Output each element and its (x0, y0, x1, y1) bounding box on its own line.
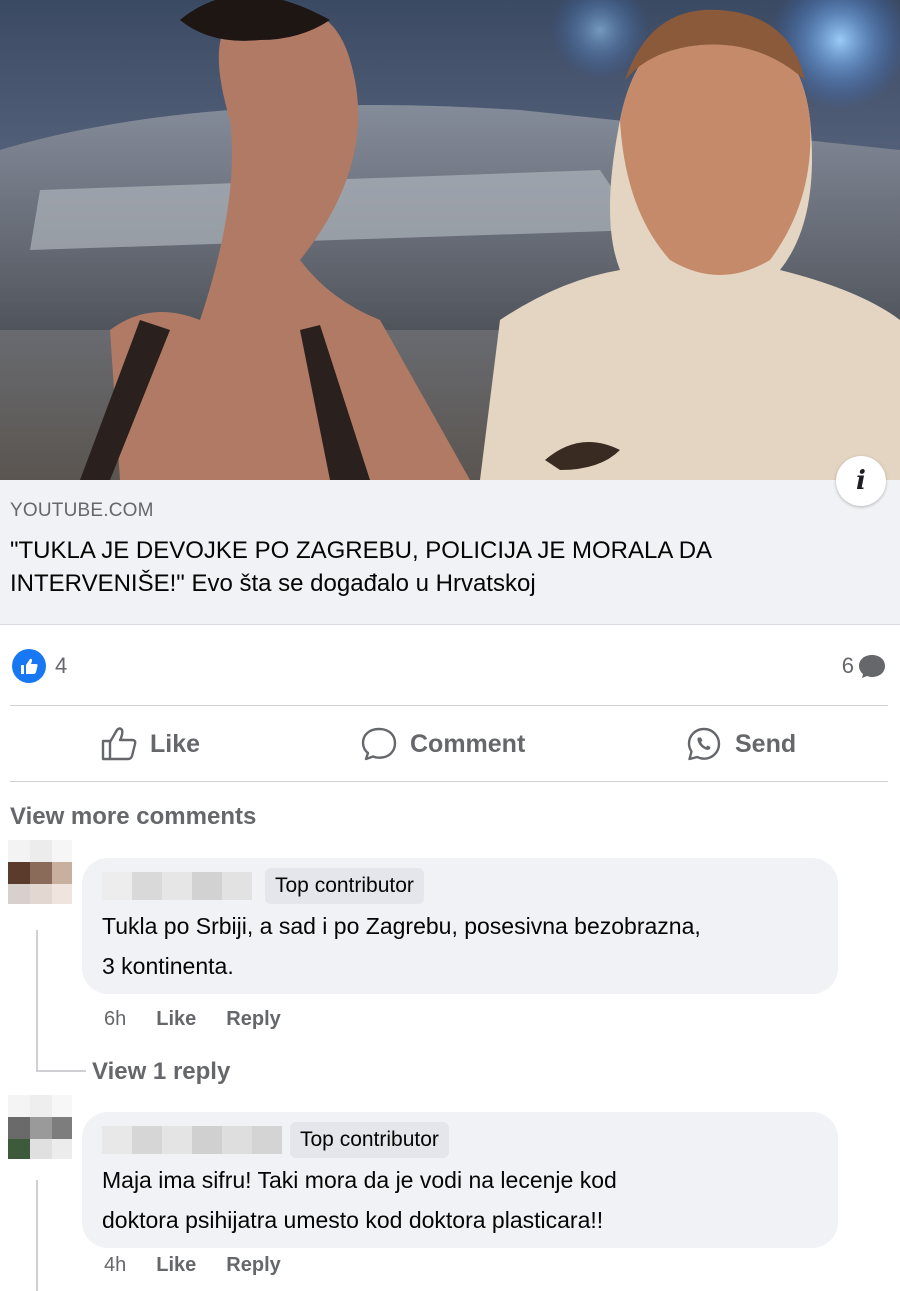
comment-text: Tukla po Srbiji, a sad i po Zagrebu, pos… (102, 913, 701, 939)
send-label: Send (735, 729, 797, 758)
thread-line (36, 1070, 86, 1072)
info-icon[interactable]: i (836, 456, 886, 506)
comment-time[interactable]: 6h (104, 1008, 126, 1031)
thread-line (36, 930, 38, 1070)
news-photo-illustration (0, 0, 900, 480)
comment-time[interactable]: 4h (104, 1254, 126, 1277)
comment-text: doktora psihijatra umesto kod doktora pl… (102, 1207, 604, 1233)
comment-label: Comment (410, 729, 526, 758)
action-bar: Like Comment Send (0, 706, 900, 781)
comment-meta: 6h Like Reply (104, 1008, 311, 1031)
comment-bubble-icon[interactable] (858, 653, 886, 679)
top-contributor-badge: Top contributor (265, 868, 424, 904)
top-contributor-badge: Top contributor (290, 1122, 449, 1158)
like-button[interactable]: Like (100, 724, 200, 764)
comment-button[interactable]: Comment (360, 724, 525, 764)
send-button[interactable]: Send (685, 724, 796, 764)
blurred-author-name[interactable] (102, 1126, 282, 1154)
like-label: Like (150, 729, 201, 758)
thread-line (36, 1180, 38, 1291)
link-preview-image[interactable] (0, 0, 900, 480)
comment-meta: 4h Like Reply (104, 1254, 311, 1277)
comment-reply-button[interactable]: Reply (226, 1254, 280, 1277)
avatar[interactable] (8, 1095, 72, 1159)
whatsapp-icon (687, 727, 721, 761)
like-count[interactable]: 4 (55, 653, 67, 679)
avatar[interactable] (8, 840, 72, 904)
divider (10, 781, 888, 782)
blurred-author-name[interactable] (102, 872, 252, 900)
reactions-bar: 4 6 (0, 625, 900, 705)
thumbs-up-icon (101, 727, 137, 761)
comment-reply-button[interactable]: Reply (226, 1008, 280, 1031)
view-more-comments-link[interactable]: View more comments (10, 803, 256, 831)
comment-text: Maja ima sifru! Taki mora da je vodi na … (102, 1167, 617, 1193)
comment-count[interactable]: 6 (842, 653, 854, 679)
view-replies-link[interactable]: View 1 reply (92, 1058, 230, 1086)
like-reaction-icon[interactable] (12, 649, 46, 683)
comment-like-button[interactable]: Like (156, 1254, 196, 1277)
link-preview[interactable]: YOUTUBE.COM "TUKLA JE DEVOJKE PO ZAGREBU… (0, 480, 900, 625)
comment-text: 3 kontinenta. (102, 953, 234, 979)
link-domain: YOUTUBE.COM (10, 500, 154, 521)
link-title[interactable]: "TUKLA JE DEVOJKE PO ZAGREBU, POLICIJA J… (10, 534, 850, 600)
comment-icon (361, 727, 397, 761)
comment-like-button[interactable]: Like (156, 1008, 196, 1031)
